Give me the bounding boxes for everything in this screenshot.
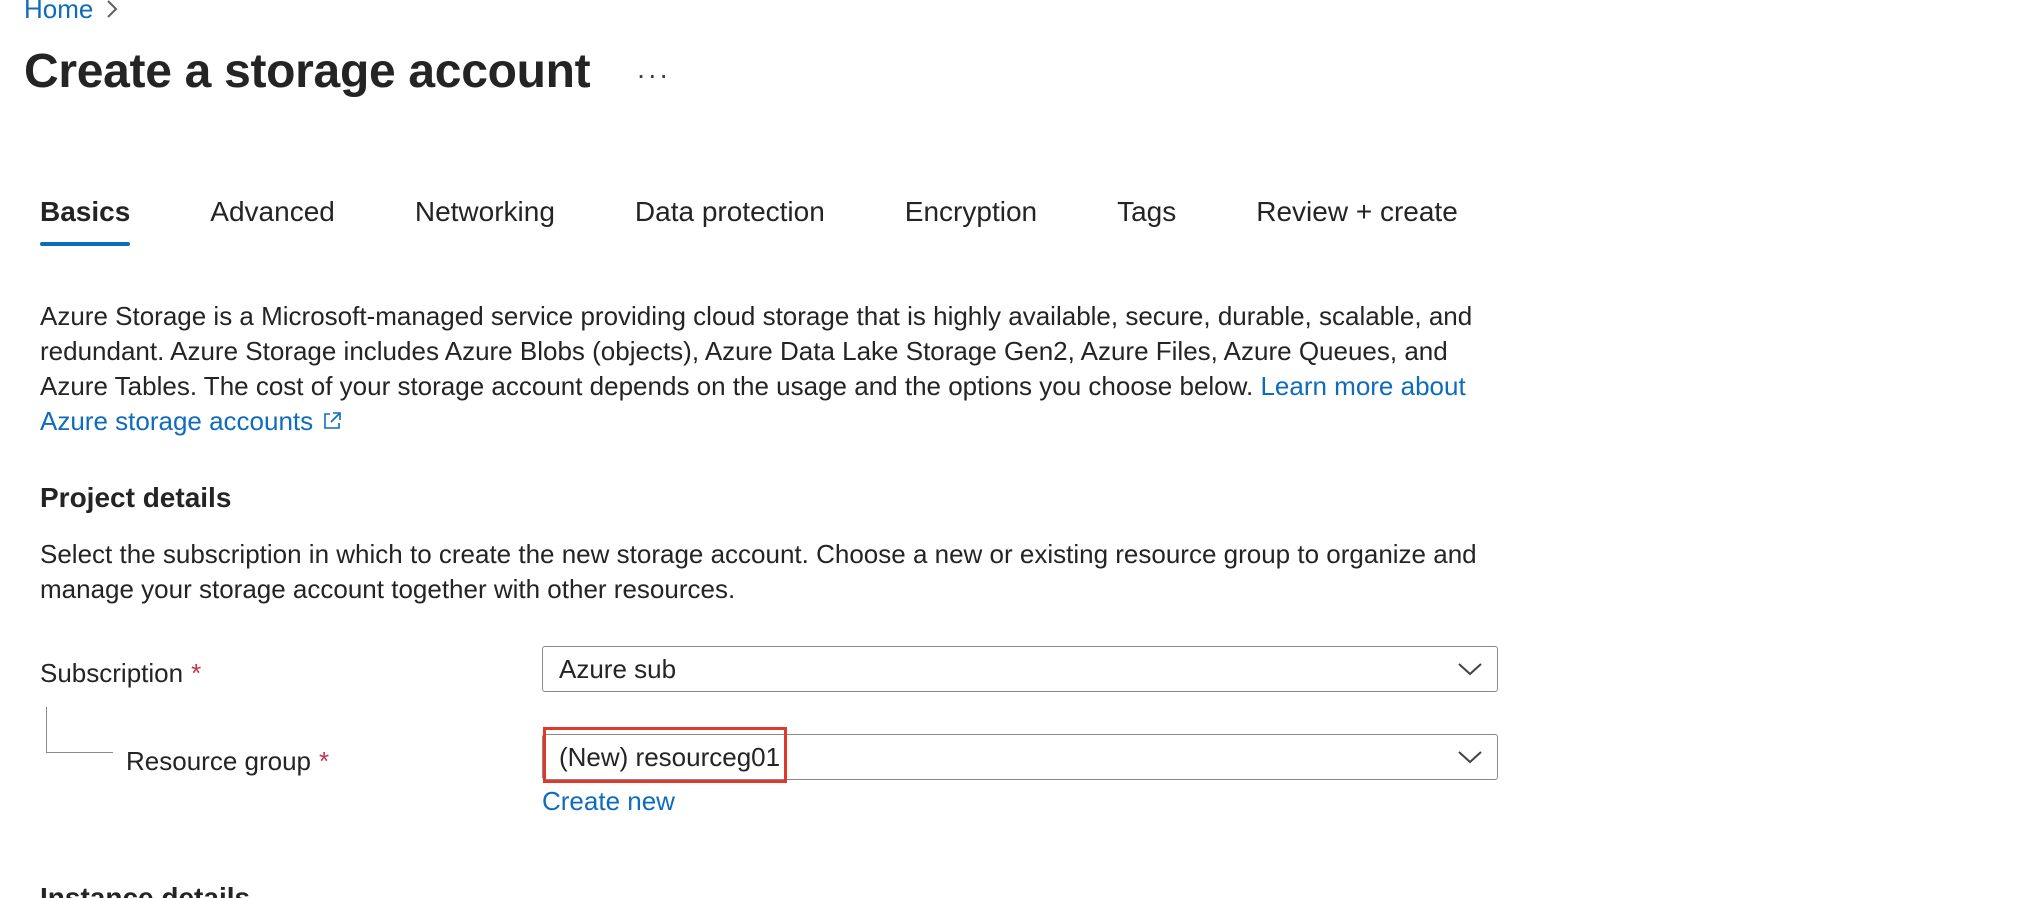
chevron-right-icon <box>107 0 118 18</box>
tab-tags[interactable]: Tags <box>1117 196 1176 246</box>
tree-connector <box>46 707 113 753</box>
tab-advanced[interactable]: Advanced <box>210 196 335 246</box>
required-marker: * <box>319 746 330 776</box>
external-link-icon <box>324 412 341 429</box>
tab-data-protection[interactable]: Data protection <box>635 196 825 246</box>
subscription-label: Subscription * <box>40 658 201 689</box>
subscription-value: Azure sub <box>559 653 677 684</box>
page-title: Create a storage account <box>24 45 591 98</box>
breadcrumb: Home <box>24 0 119 24</box>
tab-review-create[interactable]: Review + create <box>1256 196 1458 246</box>
resource-group-label-text: Resource group <box>126 746 311 776</box>
intro-paragraph: Azure Storage is a Microsoft-managed ser… <box>40 299 1520 439</box>
create-storage-account-page: Home Create a storage account ··· Basics… <box>0 0 2026 898</box>
tab-basics[interactable]: Basics <box>40 196 131 246</box>
tab-encryption[interactable]: Encryption <box>905 196 1037 246</box>
subscription-label-text: Subscription <box>40 658 184 688</box>
required-marker: * <box>191 658 202 688</box>
chevron-down-icon <box>1458 751 1482 764</box>
title-row: Create a storage account ··· <box>24 44 670 99</box>
intro-text: Azure Storage is a Microsoft-managed ser… <box>40 301 1473 401</box>
subscription-dropdown[interactable]: Azure sub <box>542 646 1498 692</box>
chevron-down-icon <box>1458 663 1482 676</box>
resource-group-label: Resource group * <box>126 746 329 777</box>
project-details-heading: Project details <box>40 482 232 513</box>
tab-list: Basics Advanced Networking Data protecti… <box>40 196 1538 246</box>
instance-details-heading: Instance details <box>40 882 251 898</box>
breadcrumb-home-link[interactable]: Home <box>24 0 93 25</box>
resource-group-dropdown[interactable]: (New) resourceg01 <box>542 734 1498 780</box>
project-details-description: Select the subscription in which to crea… <box>40 539 1477 604</box>
more-options-button[interactable]: ··· <box>636 59 670 91</box>
resource-group-value: (New) resourceg01 <box>559 741 781 772</box>
create-new-resource-group-link[interactable]: Create new <box>542 786 675 817</box>
tab-networking[interactable]: Networking <box>415 196 555 246</box>
